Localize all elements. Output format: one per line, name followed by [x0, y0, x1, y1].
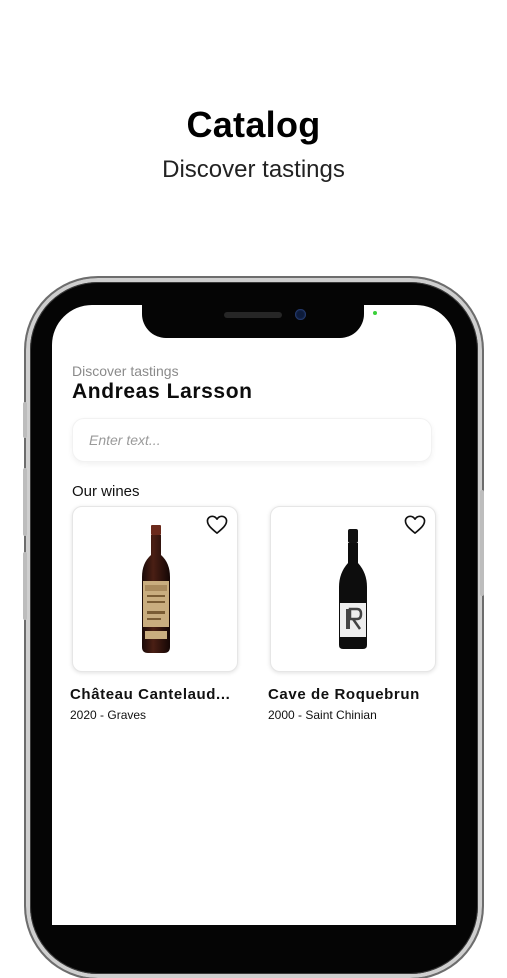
wine-meta-2: 2000 - Saint Chinian: [268, 708, 377, 722]
phone-silent-switch: [23, 402, 27, 438]
wine-meta-1: 2020 - Graves: [70, 708, 147, 722]
wine-card-2[interactable]: [270, 506, 436, 672]
search-input[interactable]: [72, 418, 432, 462]
wine-name-1[interactable]: Château Cantelaud...: [70, 686, 246, 703]
app-subtitle: Discover tastings: [72, 363, 179, 379]
favorite-heart-icon[interactable]: [404, 515, 426, 535]
page-title: Catalog: [186, 104, 321, 145]
user-name: Andreas Larsson: [72, 380, 253, 403]
phone-power-button: [480, 490, 484, 596]
phone-notch: [142, 302, 364, 338]
phone-volume-down-button: [23, 552, 27, 620]
camera-indicator-dot: [373, 311, 377, 315]
page-subtitle: Discover tastings: [162, 156, 345, 183]
section-title-our-wines: Our wines: [72, 483, 140, 500]
speaker-grille: [224, 312, 282, 318]
favorite-heart-icon[interactable]: [206, 515, 228, 535]
wine-card-1[interactable]: [72, 506, 238, 672]
phone-volume-up-button: [23, 468, 27, 536]
wine-name-2[interactable]: Cave de Roquebrun: [268, 686, 444, 703]
front-camera-icon: [295, 309, 306, 320]
